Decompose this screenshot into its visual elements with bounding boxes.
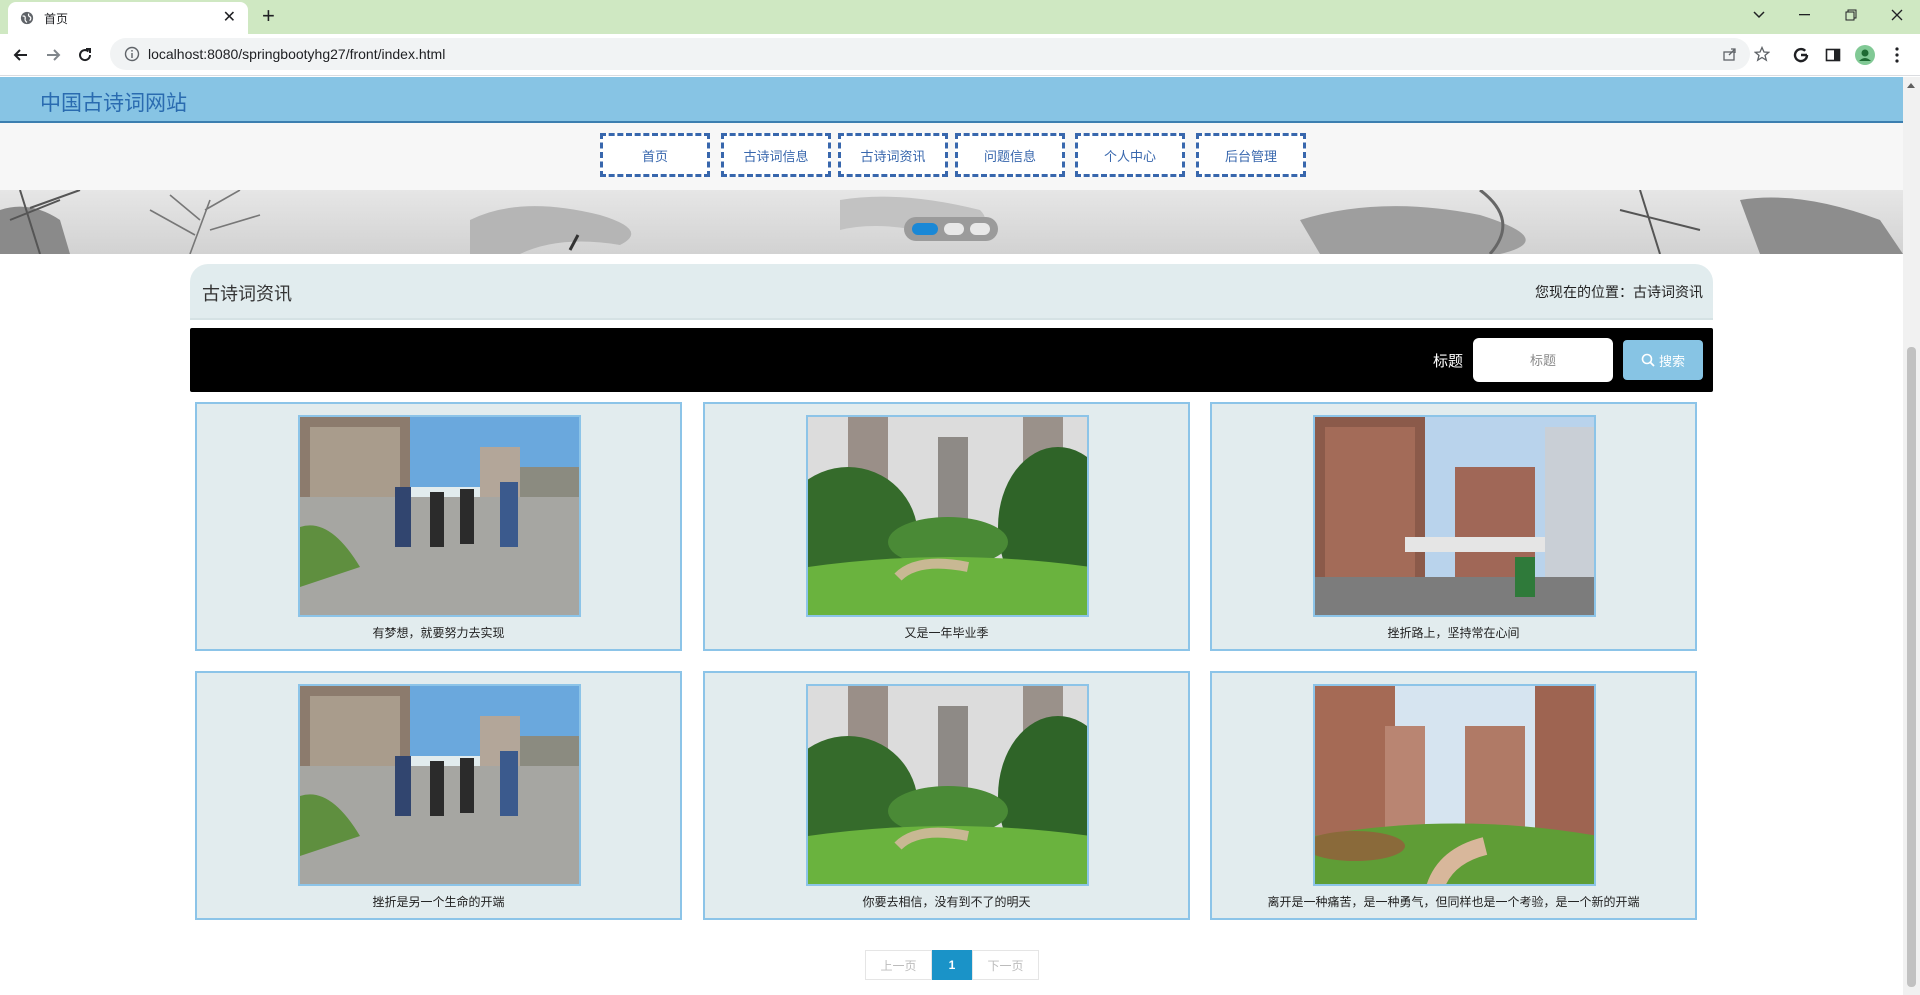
section-title: 古诗词资讯: [202, 284, 292, 304]
news-card[interactable]: 离开是一种痛苦，是一种勇气，但同样也是一个考验，是一个新的开端: [1210, 671, 1697, 920]
carousel-dot-2[interactable]: [944, 223, 964, 235]
green-lawn-towers-photo[interactable]: [806, 415, 1089, 617]
minimize-icon[interactable]: [1782, 0, 1828, 30]
nav-item-poetry-info[interactable]: 古诗词信息: [721, 133, 831, 177]
card-caption[interactable]: 挫折是另一个生命的开端: [197, 893, 680, 910]
browser-toolbar: localhost:8080/springbootyhg27/front/ind…: [0, 34, 1920, 76]
card-caption[interactable]: 离开是一种痛苦，是一种勇气，但同样也是一个考验，是一个新的开端: [1212, 893, 1695, 910]
breadcrumb: 您现在的位置：古诗词资讯: [1535, 282, 1703, 302]
back-arrow-icon[interactable]: [10, 44, 32, 66]
share-icon[interactable]: [1718, 42, 1742, 66]
news-card[interactable]: 挫折是另一个生命的开端: [195, 671, 682, 920]
brick-towers-garden-photo[interactable]: [1313, 684, 1596, 886]
scrollbar-thumb[interactable]: [1907, 347, 1916, 987]
title-search-input[interactable]: [1473, 338, 1613, 382]
news-card[interactable]: 挫折路上，坚持常在心间: [1210, 402, 1697, 651]
restore-icon[interactable]: [1828, 0, 1874, 30]
new-tab-icon[interactable]: +: [262, 4, 275, 28]
news-card[interactable]: 又是一年毕业季: [703, 402, 1190, 651]
nav-item-personal-center[interactable]: 个人中心: [1075, 133, 1185, 177]
main-nav: 首页 古诗词信息 古诗词资讯 问题信息 个人中心 后台管理: [0, 123, 1903, 190]
card-caption[interactable]: 你要去相信，没有到不了的明天: [705, 893, 1188, 910]
google-icon[interactable]: [1790, 44, 1812, 66]
close-window-icon[interactable]: [1874, 0, 1920, 30]
nav-item-admin[interactable]: 后台管理: [1196, 133, 1306, 177]
carousel-dot-1[interactable]: [912, 223, 938, 235]
browser-tab[interactable]: 首页 ✕: [8, 2, 248, 34]
site-header: 中国古诗词网站: [0, 77, 1903, 123]
students-walking-photo[interactable]: [298, 684, 581, 886]
tab-title: 首页: [44, 11, 69, 26]
next-page-button[interactable]: 下一页: [972, 950, 1039, 980]
nav-item-poetry-news[interactable]: 古诗词资讯: [838, 133, 948, 177]
url-text[interactable]: localhost:8080/springbootyhg27/front/ind…: [148, 46, 445, 62]
tab-search-icon[interactable]: [1736, 0, 1782, 30]
card-caption[interactable]: 挫折路上，坚持常在心间: [1212, 624, 1695, 641]
search-bar: 标题 搜索: [190, 328, 1713, 392]
card-caption[interactable]: 有梦想，就要努力去实现: [197, 624, 680, 641]
site-info-icon[interactable]: [124, 46, 140, 62]
nav-item-home[interactable]: 首页: [600, 133, 710, 177]
scroll-up-arrow-icon[interactable]: [1907, 83, 1915, 88]
page-scrollbar[interactable]: [1903, 77, 1920, 995]
profile-avatar-icon[interactable]: [1854, 44, 1876, 66]
card-caption[interactable]: 又是一年毕业季: [705, 624, 1188, 641]
address-bar[interactable]: localhost:8080/springbootyhg27/front/ind…: [110, 38, 1750, 70]
search-button[interactable]: 搜索: [1623, 340, 1703, 380]
page-number-current[interactable]: 1: [932, 950, 972, 980]
search-icon: [1641, 353, 1655, 367]
section-header: 古诗词资讯 您现在的位置：古诗词资讯: [190, 264, 1713, 320]
nav-item-questions[interactable]: 问题信息: [955, 133, 1065, 177]
students-walking-photo[interactable]: [298, 415, 581, 617]
search-label: 标题: [1432, 353, 1463, 370]
kebab-menu-icon[interactable]: [1886, 44, 1908, 66]
carousel-indicators: [904, 217, 998, 241]
pagination: 上一页 1 下一页: [865, 950, 1039, 980]
search-button-label: 搜索: [1658, 353, 1685, 369]
bookmark-star-icon[interactable]: [1750, 42, 1774, 66]
site-title[interactable]: 中国古诗词网站: [40, 87, 187, 117]
green-lawn-towers-photo[interactable]: [806, 684, 1089, 886]
globe-icon: [20, 11, 34, 25]
browser-tabstrip: 首页 ✕ +: [0, 0, 1920, 34]
side-panel-icon[interactable]: [1822, 44, 1844, 66]
breadcrumb-current[interactable]: 古诗词资讯: [1633, 284, 1703, 300]
breadcrumb-prefix: 您现在的位置：: [1535, 284, 1633, 300]
prev-page-button[interactable]: 上一页: [865, 950, 932, 980]
news-card[interactable]: 有梦想，就要努力去实现: [195, 402, 682, 651]
page-viewport: 中国古诗词网站 首页 古诗词信息 古诗词资讯 问题信息 个人中心 后台管理 古诗…: [0, 77, 1903, 995]
close-tab-icon[interactable]: ✕: [223, 10, 236, 26]
apartment-gate-photo[interactable]: [1313, 415, 1596, 617]
news-card[interactable]: 你要去相信，没有到不了的明天: [703, 671, 1190, 920]
forward-arrow-icon[interactable]: [42, 44, 64, 66]
reload-icon[interactable]: [74, 44, 96, 66]
carousel-dot-3[interactable]: [970, 223, 990, 235]
